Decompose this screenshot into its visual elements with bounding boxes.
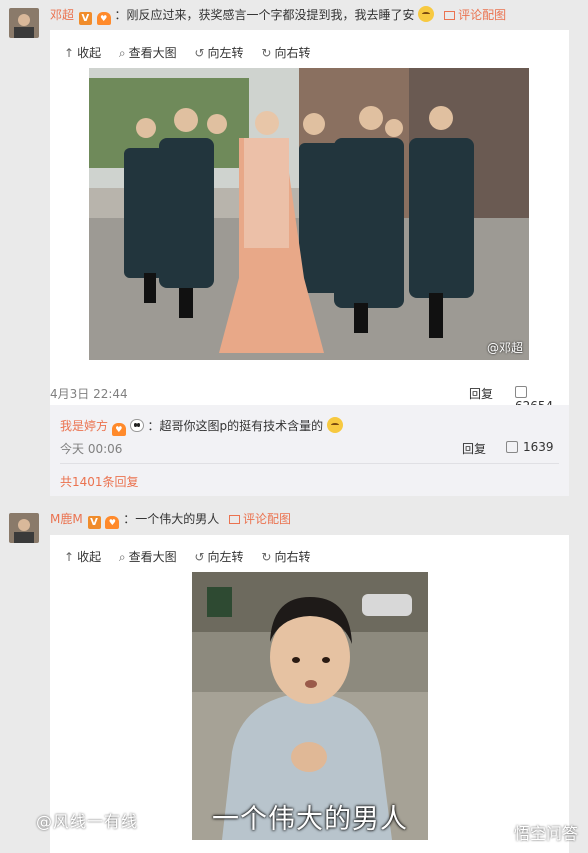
rotate-right-label: 向右转 (274, 550, 311, 564)
comment-date: 4月3日 22:44 (50, 387, 128, 401)
rotate-left-label: 向左转 (207, 46, 244, 60)
reply-button[interactable]: 回复 (469, 385, 493, 402)
view-large-button[interactable]: ⌕ 查看大图 (119, 548, 177, 565)
like-icon (515, 386, 527, 398)
subcomment-box: 我是婷方 ♥ ：超哥你这图p的挺有技术含量的 今天 00:06 回复 1639 … (50, 405, 569, 496)
rotate-left-icon: ↺ (194, 46, 205, 60)
arrow-up-icon: ↑ (64, 550, 75, 564)
rotate-left-button[interactable]: ↺ 向左转 (194, 44, 243, 61)
username[interactable]: M鹿M (50, 512, 83, 526)
view-large-label: 查看大图 (128, 550, 177, 564)
image-toolbar: ↑ 收起 ⌕ 查看大图 ↺ 向左转 ↻ 向右转 (64, 548, 324, 565)
avatar[interactable] (9, 8, 39, 38)
comment-picture-label[interactable]: 评论配图 (458, 8, 506, 22)
picture-icon (229, 515, 241, 524)
image-watermark: @邓超 (486, 341, 523, 355)
username[interactable]: 邓超 (50, 8, 74, 22)
subcomment-reply-button[interactable]: 回复 (462, 440, 486, 457)
subcomment-like-button[interactable]: 1639 (506, 440, 554, 454)
subcomment-text: ：超哥你这图p的挺有技术含量的 (147, 419, 324, 433)
view-large-label: 查看大图 (128, 46, 177, 60)
rotate-left-label: 向左转 (207, 550, 244, 564)
image-card: ↑ 收起 ⌕ 查看大图 ↺ 向左转 ↻ 向右转 @邓超 4月3日 22:44 回… (50, 30, 569, 413)
image-card: ↑ 收起 ⌕ 查看大图 ↺ 向左转 ↻ 向右转 一个伟大的男人 (50, 535, 569, 853)
panda-icon (129, 419, 144, 432)
subcomment-date: 今天 00:06 (60, 442, 123, 456)
subcomment-username[interactable]: 我是婷方 (60, 419, 108, 433)
comment-text: ：刚反应过来，获奖感言一个字都没提到我，我去睡了安 (114, 8, 415, 22)
like-icon (506, 441, 518, 453)
rotate-right-icon: ↻ (261, 46, 272, 60)
arrow-up-icon: ↑ (64, 46, 75, 60)
rotate-right-button[interactable]: ↻ 向右转 (261, 548, 310, 565)
total-replies-link[interactable]: 共1401条回复 (60, 473, 139, 490)
source-watermark: @风线一有线 (36, 812, 139, 831)
collapse-button[interactable]: ↑ 收起 (64, 44, 101, 61)
comment-header: 邓超 V ♥ ：刚反应过来，获奖感言一个字都没提到我，我去睡了安 评论配图 (50, 6, 506, 25)
comment-text: ：一个伟大的男人 (123, 512, 220, 526)
emoji-icon (326, 417, 343, 433)
collapse-label: 收起 (77, 46, 102, 60)
weibo-comment-page: 邓超 V ♥ ：刚反应过来，获奖感言一个字都没提到我，我去睡了安 评论配图 ↑ 收… (0, 0, 588, 853)
search-icon: ⌕ (118, 46, 126, 60)
view-large-button[interactable]: ⌕ 查看大图 (119, 44, 177, 61)
comment-picture-link[interactable]: 评论配图 (444, 8, 506, 22)
fan-badge-icon: ♥ (111, 423, 126, 436)
collapse-button[interactable]: ↑ 收起 (64, 548, 101, 565)
verified-icon: V (78, 12, 92, 25)
comment-picture-label[interactable]: 评论配图 (243, 512, 291, 526)
platform-watermark: 悟空问答 (513, 824, 578, 843)
image-caption: 一个伟大的男人 (212, 804, 408, 835)
divider (60, 463, 559, 464)
search-icon: ⌕ (118, 550, 126, 564)
rotate-right-label: 向右转 (274, 46, 311, 60)
comment-image[interactable]: 一个伟大的男人 (192, 572, 428, 840)
comment-picture-link[interactable]: 评论配图 (229, 512, 291, 526)
image-toolbar: ↑ 收起 ⌕ 查看大图 ↺ 向左转 ↻ 向右转 (64, 44, 324, 61)
subcomment-like-count: 1639 (523, 440, 554, 454)
avatar[interactable] (9, 513, 39, 543)
fan-badge-icon: ♥ (96, 12, 111, 25)
collapse-label: 收起 (77, 550, 102, 564)
verified-icon: V (87, 516, 101, 529)
rotate-left-icon: ↺ (194, 550, 205, 564)
emoji-icon (418, 6, 435, 22)
rotate-right-icon: ↻ (261, 550, 272, 564)
picture-icon (444, 11, 456, 20)
rotate-left-button[interactable]: ↺ 向左转 (194, 548, 243, 565)
fan-badge-icon: ♥ (105, 516, 120, 529)
comment-header: M鹿M V ♥ ：一个伟大的男人 评论配图 (50, 511, 291, 529)
comment-image[interactable]: @邓超 (89, 68, 529, 360)
subcomment-line: 我是婷方 ♥ ：超哥你这图p的挺有技术含量的 (60, 417, 343, 436)
rotate-right-button[interactable]: ↻ 向右转 (261, 44, 310, 61)
